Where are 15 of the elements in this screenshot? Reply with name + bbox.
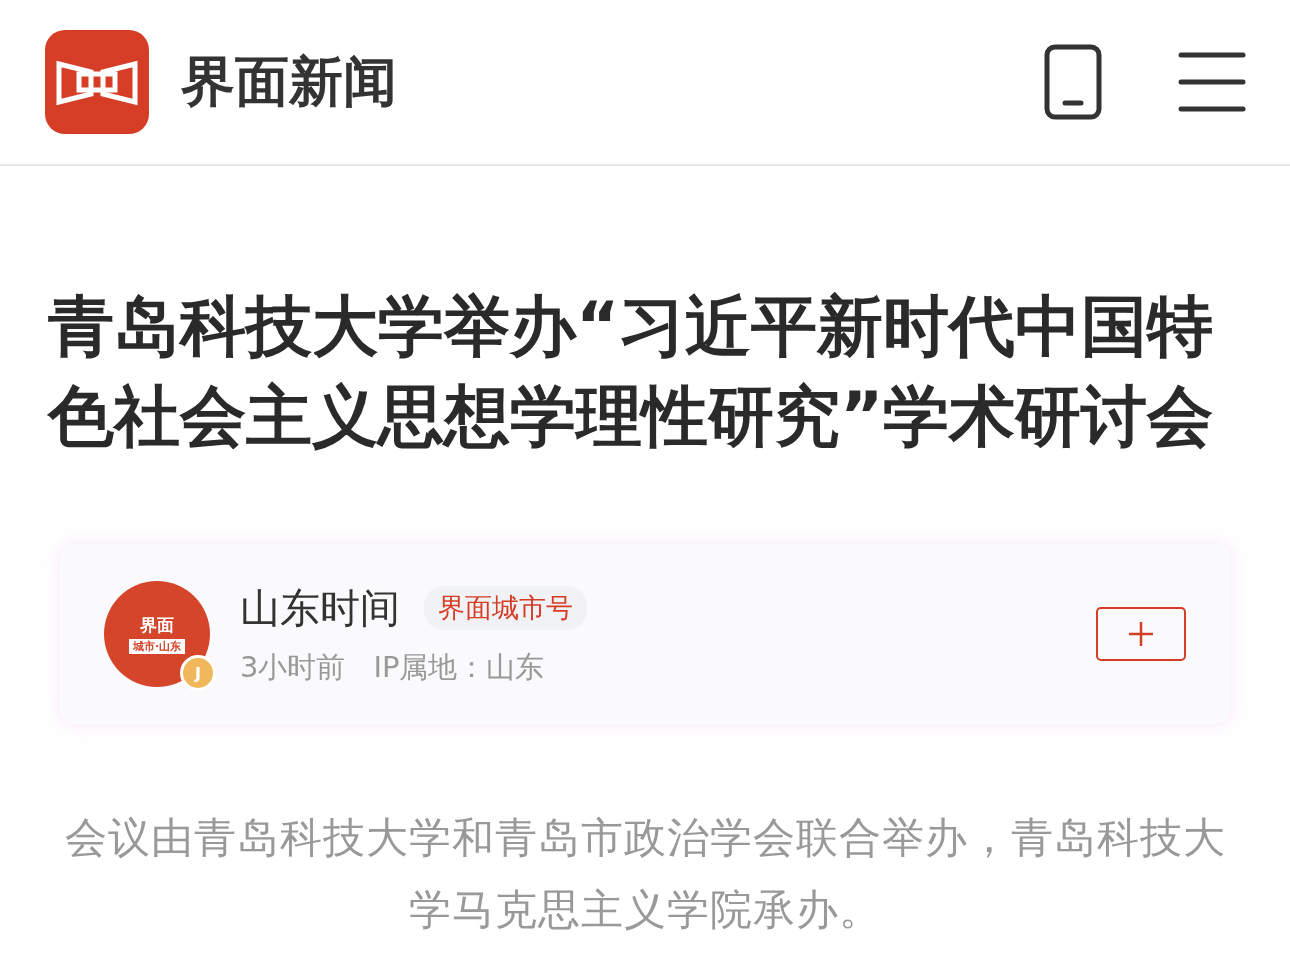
- publish-time: 3小时前: [240, 648, 346, 686]
- follow-button[interactable]: [1096, 607, 1186, 661]
- logo-icon[interactable]: [45, 30, 149, 134]
- author-tag: 界面城市号: [424, 586, 587, 630]
- verified-badge: J: [180, 655, 216, 691]
- article-title: 青岛科技大学举办“习近平新时代中国特色社会主义思想学理性研究”学术研讨会: [48, 287, 1215, 457]
- article-summary: 会议由青岛科技大学和青岛市政治学会联合举办，青岛科技大学马克思主义学院承办。: [63, 812, 1227, 936]
- plus-icon: [1128, 621, 1154, 647]
- avatar-city-label: 城市·山东: [128, 639, 186, 654]
- site-name: 界面新闻: [181, 48, 397, 115]
- menu-icon[interactable]: [1178, 51, 1246, 113]
- avatar-logo-text: 界面: [140, 614, 174, 637]
- tablet-icon[interactable]: [1044, 44, 1102, 120]
- author-name[interactable]: 山东时间: [240, 580, 400, 636]
- ip-location: IP属地：山东: [373, 648, 545, 686]
